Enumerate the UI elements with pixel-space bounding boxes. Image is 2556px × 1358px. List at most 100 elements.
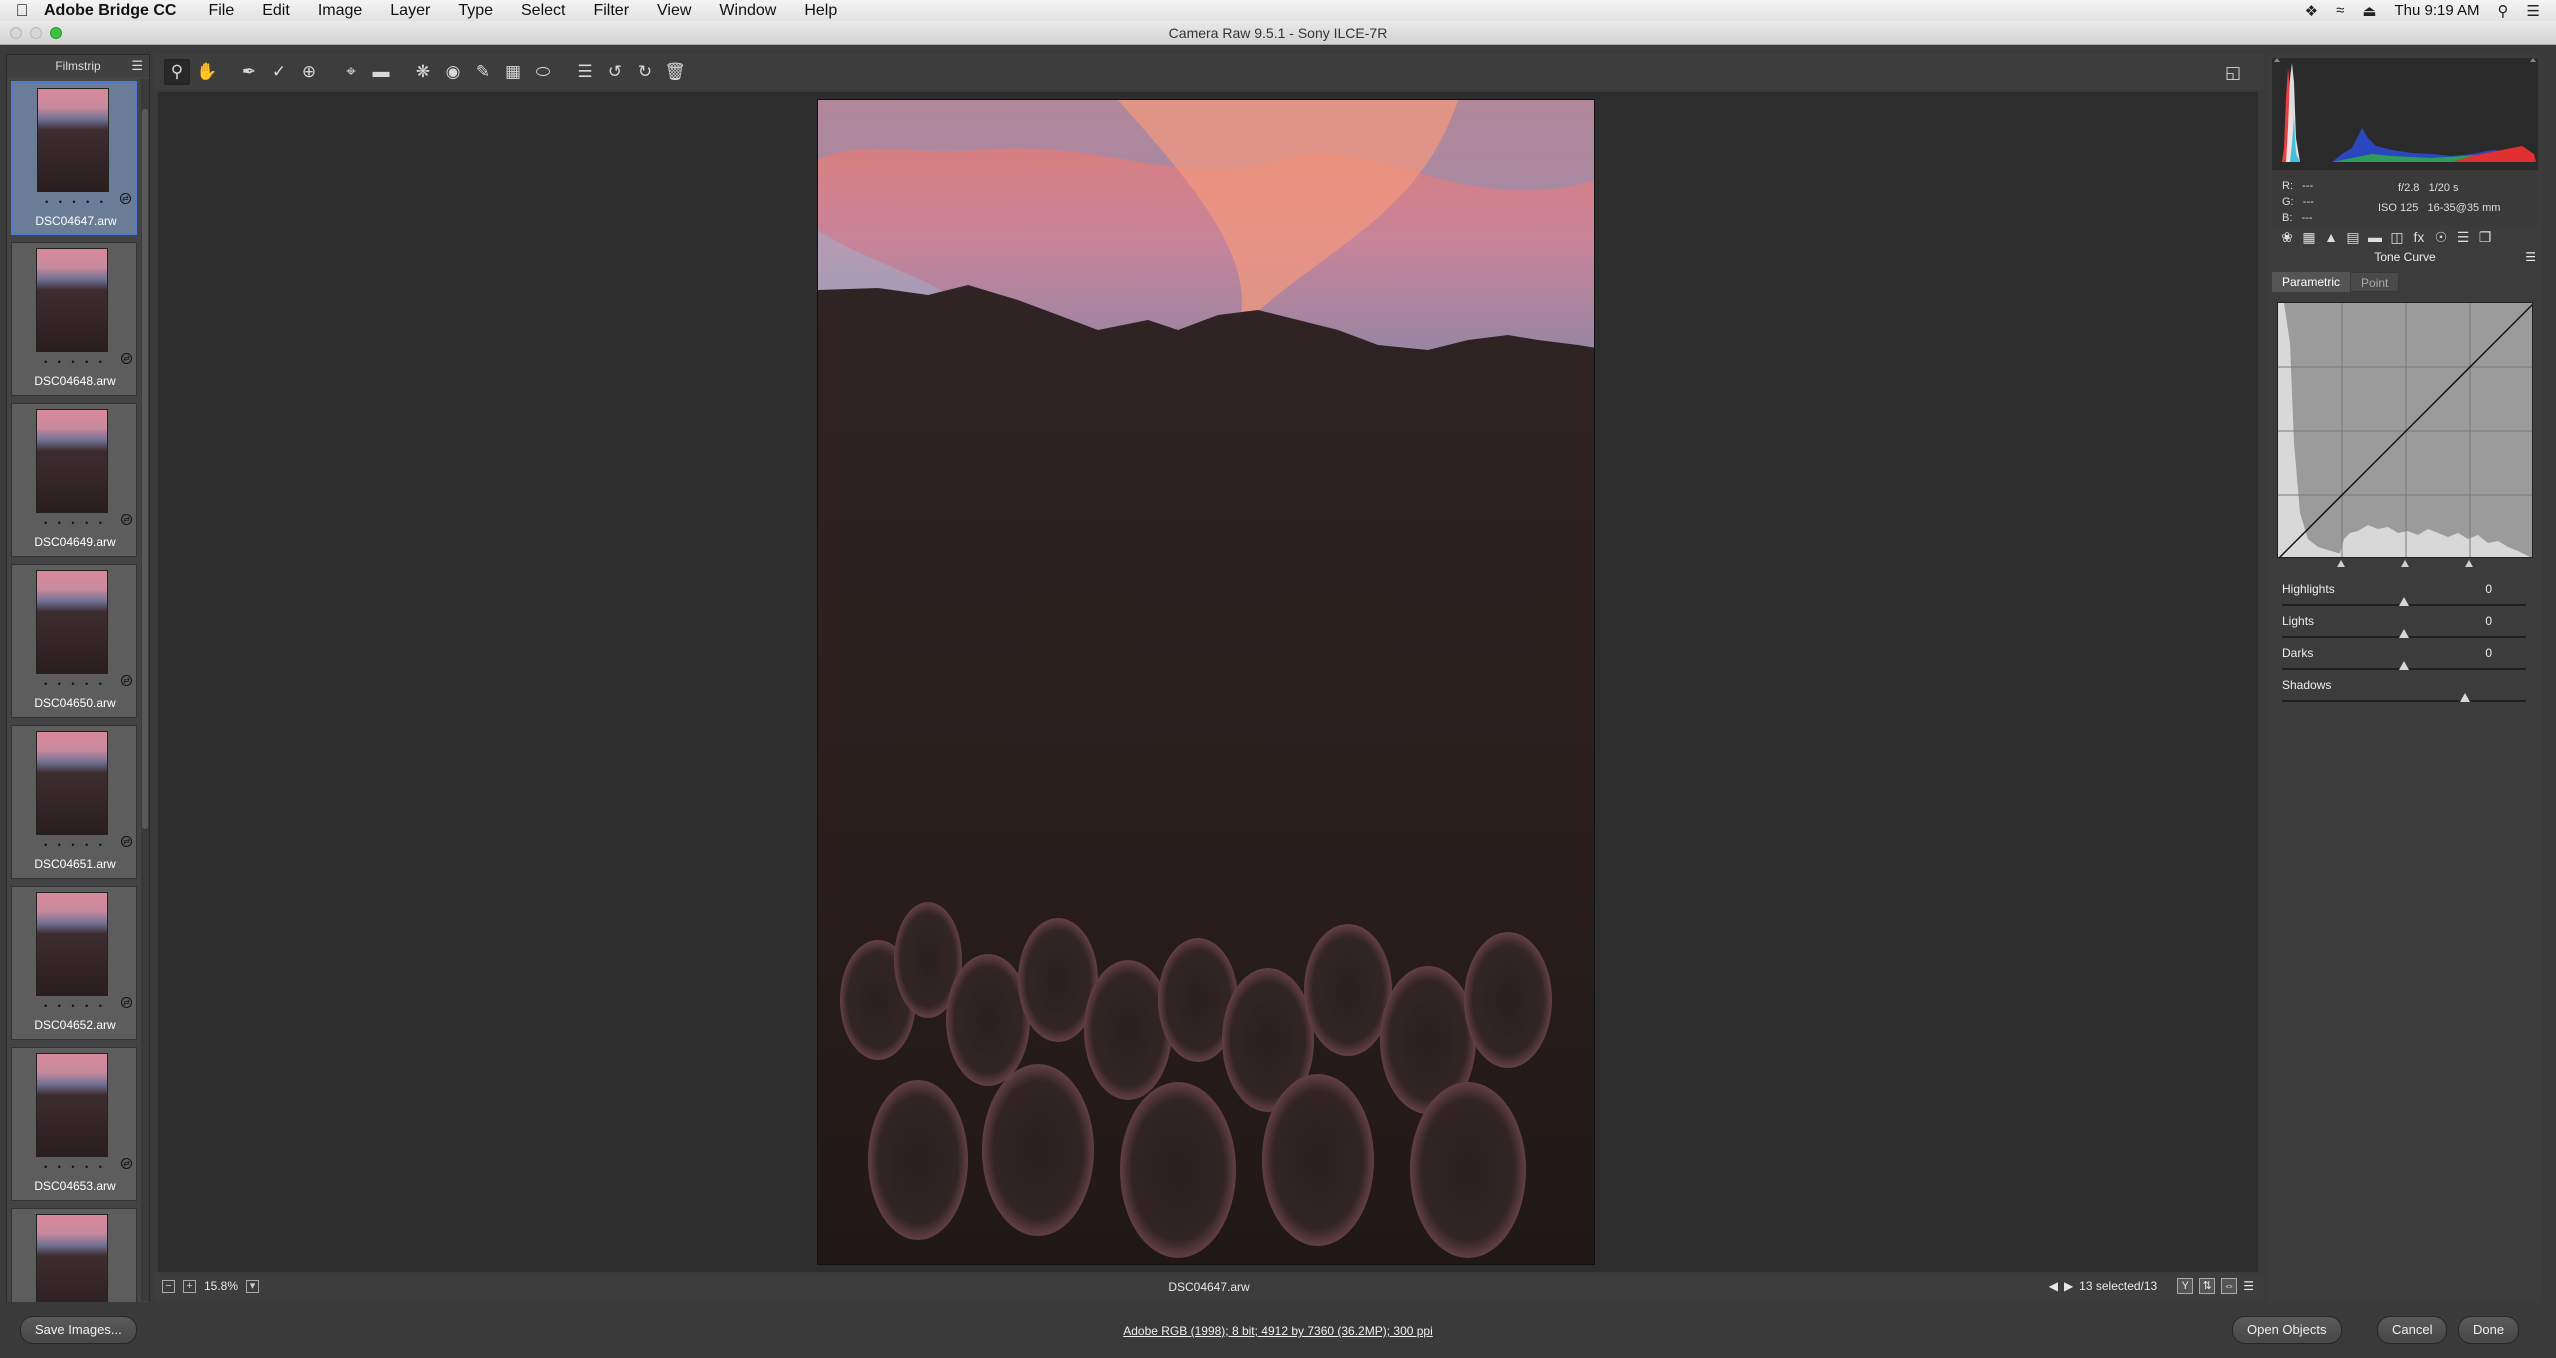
rating-dots[interactable]: • • • • • (12, 679, 138, 689)
cancel-button[interactable]: Cancel (2377, 1316, 2448, 1344)
slider-value[interactable]: 0 (2485, 646, 2492, 660)
next-image-icon[interactable]: ▶ (2064, 1279, 2073, 1293)
slider-value[interactable]: 0 (2485, 614, 2492, 628)
targeted-adjustment-tool-icon[interactable]: ⊕ (296, 59, 322, 85)
darks-slider[interactable]: Darks 0 (2282, 646, 2526, 676)
shadows-slider[interactable]: Shadows (2282, 678, 2526, 708)
copy-settings-icon[interactable]: ⇔ (2221, 1278, 2238, 1294)
tab-point[interactable]: Point (2350, 272, 2400, 292)
slider-handle[interactable] (2460, 693, 2470, 702)
clock[interactable]: Thu 9:19 AM (2394, 2, 2479, 19)
eject-icon[interactable]: ⏏ (2362, 2, 2376, 20)
straighten-tool-icon[interactable]: ▬ (368, 59, 394, 85)
lights-slider[interactable]: Lights 0 (2282, 614, 2526, 644)
minimize-window-button[interactable] (30, 27, 42, 39)
rating-dots[interactable]: • • • • • (12, 840, 138, 850)
shadows-splitter-handle[interactable] (2337, 560, 2345, 567)
rating-dots[interactable]: • • • • • (12, 1001, 138, 1011)
crop-tool-icon[interactable]: ⌖ (338, 59, 364, 85)
graduated-filter-icon[interactable]: ▦ (500, 59, 526, 85)
tool-bar: ⚲ ✋ ✒ ✓ ⊕ ⌖ ▬ ❋ ◉ ✎ ▦ ⬭ ☰ ↺ ↻ 🗑 ◱ (154, 54, 2264, 90)
swap-settings-icon[interactable]: ⇅ (2199, 1278, 2216, 1294)
open-objects-button[interactable]: Open Objects (2232, 1316, 2342, 1344)
app-name-menu[interactable]: Adobe Bridge CC (44, 2, 176, 20)
filmstrip-thumbnail[interactable]: • • • • • ⇄ DSC04653.arw (11, 1047, 137, 1201)
spotlight-search-icon[interactable]: ⚲ (2498, 2, 2509, 20)
highlights-splitter-handle[interactable] (2465, 560, 2473, 567)
image-canvas[interactable] (158, 92, 2258, 1272)
slider-handle[interactable] (2399, 597, 2409, 606)
detail-tab-icon[interactable]: ▲ (2322, 229, 2340, 245)
notification-center-icon[interactable]: ☰ (2527, 2, 2540, 20)
filmstrip-thumbnail[interactable]: • • • • • ⇄ DSC04652.arw (11, 886, 137, 1040)
tab-parametric[interactable]: Parametric (2272, 272, 2351, 292)
radial-filter-icon[interactable]: ⬭ (530, 59, 556, 85)
lens-corrections-tab-icon[interactable]: ◫ (2388, 229, 2406, 246)
preferences-icon[interactable]: ☰ (572, 59, 598, 85)
filmstrip-thumbnail[interactable]: • • • • • ⇄ DSC04647.arw (11, 81, 137, 235)
tone-curve-graph[interactable] (2277, 302, 2533, 558)
split-toning-tab-icon[interactable]: ▬ (2366, 229, 2384, 245)
menu-edit[interactable]: Edit (248, 2, 304, 20)
menu-help[interactable]: Help (790, 2, 851, 20)
done-button[interactable]: Done (2458, 1316, 2520, 1344)
filmstrip-scroll-thumb[interactable] (142, 109, 148, 829)
close-window-button[interactable] (10, 27, 22, 39)
filmstrip-scrollbar[interactable] (141, 79, 149, 1301)
workflow-options-link[interactable]: Adobe RGB (1998); 8 bit; 4912 by 7360 (3… (0, 1324, 2556, 1338)
before-after-toggle-icon[interactable]: Y (2177, 1278, 2194, 1294)
zoom-tool-icon[interactable]: ⚲ (164, 59, 190, 85)
hsl-tab-icon[interactable]: ▤ (2344, 229, 2362, 246)
filmstrip-menu-icon[interactable]: ☰ (131, 55, 143, 77)
wifi-icon[interactable]: ≈ (2336, 2, 2344, 19)
menu-type[interactable]: Type (444, 2, 507, 20)
filmstrip-thumbnail[interactable] (11, 1208, 137, 1303)
menu-file[interactable]: File (194, 2, 248, 20)
white-balance-tool-icon[interactable]: ✒ (236, 59, 262, 85)
snapshots-tab-icon[interactable]: ❐ (2476, 229, 2494, 246)
slider-track[interactable] (2282, 700, 2526, 702)
rating-dots[interactable]: • • • • • (12, 518, 138, 528)
slider-value[interactable]: 0 (2485, 582, 2492, 596)
preview-image[interactable] (817, 99, 1595, 1265)
red-eye-removal-tool-icon[interactable]: ◉ (440, 59, 466, 85)
menu-filter[interactable]: Filter (579, 2, 643, 20)
highlights-slider[interactable]: Highlights 0 (2282, 582, 2526, 612)
color-sampler-tool-icon[interactable]: ✓ (266, 59, 292, 85)
basic-tab-icon[interactable]: ❀ (2278, 229, 2296, 246)
slider-handle[interactable] (2399, 629, 2409, 638)
hand-tool-icon[interactable]: ✋ (194, 59, 220, 85)
effects-tab-icon[interactable]: fx (2410, 229, 2428, 245)
thumbnail-filename: DSC04649.arw (34, 535, 116, 549)
thumbnail-filename: DSC04647.arw (35, 214, 117, 228)
presets-tab-icon[interactable]: ☰ (2454, 229, 2472, 246)
midtones-splitter-handle[interactable] (2401, 560, 2409, 567)
menu-window[interactable]: Window (705, 2, 790, 20)
menu-select[interactable]: Select (507, 2, 579, 20)
menu-layer[interactable]: Layer (376, 2, 444, 20)
adjustment-brush-icon[interactable]: ✎ (470, 59, 496, 85)
preview-preferences-icon[interactable]: ☰ (2243, 1279, 2254, 1293)
zoom-window-button[interactable] (50, 27, 62, 39)
filmstrip-thumbnail[interactable]: • • • • • ⇄ DSC04648.arw (11, 242, 137, 396)
rating-dots[interactable]: • • • • • (12, 357, 138, 367)
trash-icon[interactable]: 🗑 (662, 59, 688, 85)
rotate-ccw-icon[interactable]: ↺ (602, 59, 628, 85)
menu-view[interactable]: View (643, 2, 705, 20)
camera-calibration-tab-icon[interactable]: ☉ (2432, 229, 2450, 246)
g-label: G: (2282, 196, 2294, 208)
filmstrip-thumbnail[interactable]: • • • • • ⇄ DSC04649.arw (11, 403, 137, 557)
full-screen-toggle-icon[interactable]: ◱ (2220, 60, 2246, 86)
dropbox-icon[interactable]: ❖ (2305, 2, 2318, 20)
filmstrip-thumbnail[interactable]: • • • • • ⇄ DSC04651.arw (11, 725, 137, 879)
filmstrip-thumbnail[interactable]: • • • • • ⇄ DSC04650.arw (11, 564, 137, 718)
slider-handle[interactable] (2399, 661, 2409, 670)
apple-menu-icon[interactable]:  (0, 1, 44, 21)
previous-image-icon[interactable]: ◀ (2049, 1279, 2058, 1293)
menu-image[interactable]: Image (304, 2, 376, 20)
rotate-cw-icon[interactable]: ↻ (632, 59, 658, 85)
rating-dots[interactable]: • • • • • (12, 1162, 138, 1172)
tone-curve-tab-icon[interactable]: ▦ (2300, 229, 2318, 246)
panel-menu-icon[interactable]: ☰ (2525, 250, 2536, 264)
spot-removal-tool-icon[interactable]: ❋ (410, 59, 436, 85)
